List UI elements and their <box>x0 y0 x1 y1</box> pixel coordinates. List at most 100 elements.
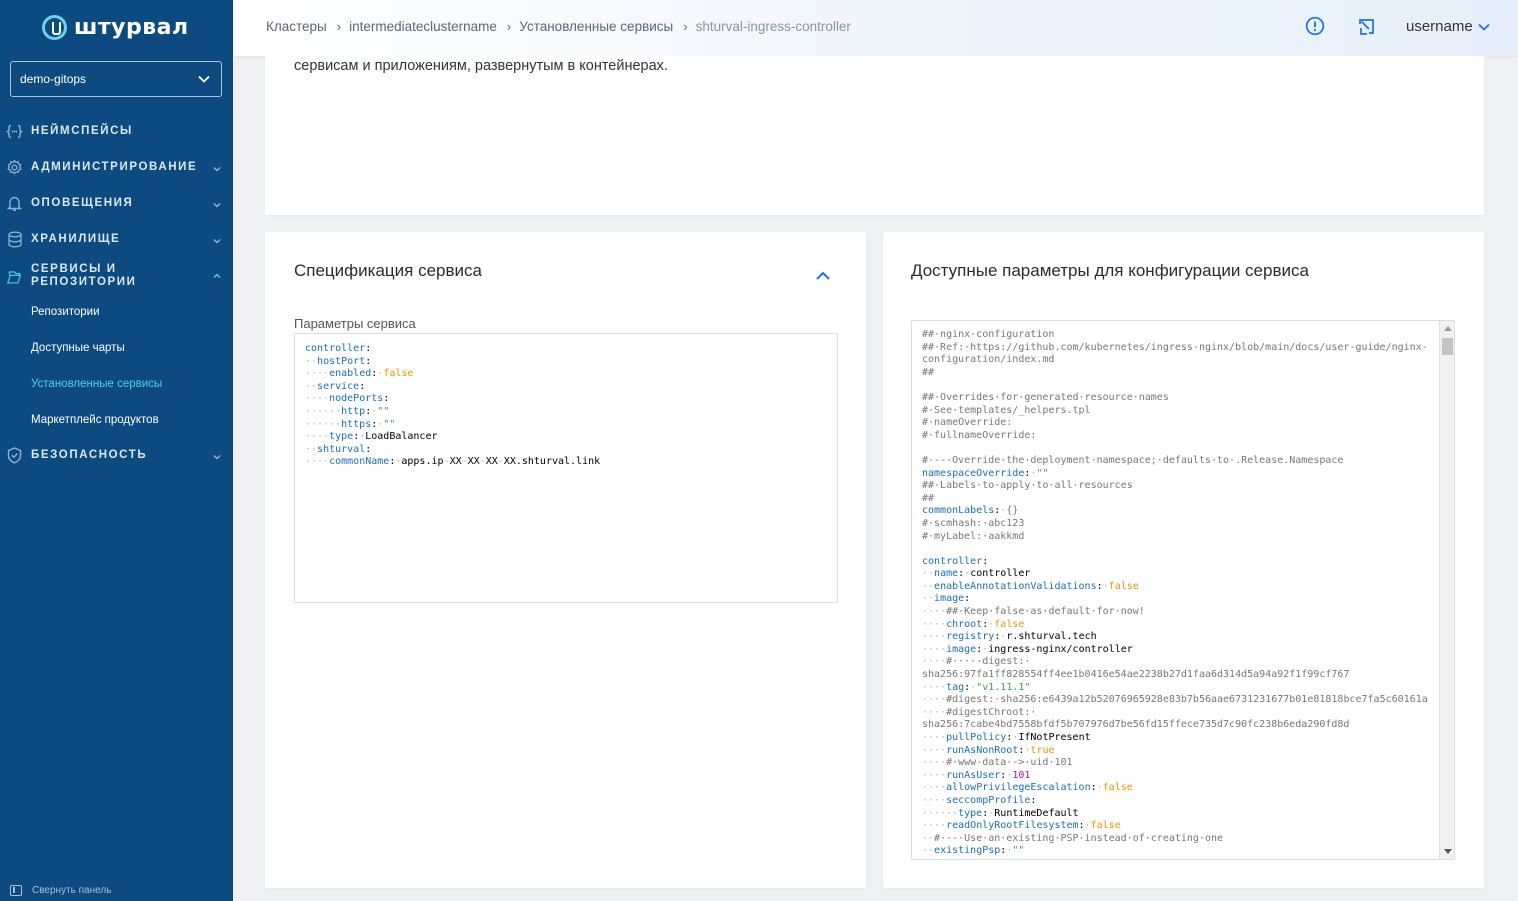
scroll-up-arrow[interactable] <box>1444 326 1452 331</box>
nav-namespaces[interactable]: НЕЙМСПЕЙСЫ <box>0 123 233 140</box>
code-line: ······http:·"" <box>305 405 390 417</box>
logo[interactable]: штурвал <box>42 12 189 42</box>
code-line: ··image: <box>922 593 971 605</box>
nav-namespaces-label: НЕЙМСПЕЙСЫ <box>31 125 133 137</box>
chevron-up-icon <box>213 273 221 279</box>
alert-circle-icon[interactable] <box>1305 16 1325 36</box>
code-line: ##·nginx·configuration <box>922 329 1055 340</box>
code-line: ··#·--·Use·an·existing·PSP·instead·of·cr… <box>922 832 1224 844</box>
code-line: sha256:97fa1ff828554ff4ee1b0416e54ae2238… <box>922 669 1350 681</box>
chevron-down-icon <box>213 202 221 208</box>
code-line: #·scmhash:·abc123 <box>922 517 1025 529</box>
code-line: ····runAsUser:·101 <box>922 769 1031 781</box>
code-line: ····#·····digest:· <box>922 656 1031 668</box>
breadcrumb-cluster[interactable]: intermediateclustername <box>349 19 497 34</box>
code-line: controller: <box>305 343 372 354</box>
code-line: ··existingPsp:·"" <box>922 845 1025 857</box>
breadcrumb: Кластеры › intermediateclustername › Уст… <box>266 19 851 34</box>
namespace-selector[interactable]: demo-gitops <box>10 61 222 97</box>
nav-security-label: БЕЗОПАСНОСТЬ <box>31 449 148 461</box>
code-line: #·myLabel:·aakkmd <box>922 530 1025 542</box>
nav-alerts[interactable]: ОПОВЕЩЕНИЯ <box>0 195 233 212</box>
description-card: сервисам и приложениям, развернутым в ко… <box>265 56 1484 215</box>
code-line: ····runAsNonRoot:·true <box>922 744 1055 756</box>
breadcrumb-separator: › <box>506 19 512 34</box>
code-line: commonLabels:·{} <box>922 505 1019 517</box>
code-line: ······https:·"" <box>305 418 396 430</box>
chevron-down-icon <box>213 454 221 460</box>
gear-icon <box>6 159 23 176</box>
submenu-repositories[interactable]: Репозитории <box>31 306 100 318</box>
service-spec-title: Спецификация сервиса <box>294 261 482 280</box>
code-line: #·See·templates/_helpers.tpl <box>922 404 1091 416</box>
nav-services-repositories[interactable]: СЕРВИСЫ И РЕПОЗИТОРИИ <box>0 263 233 289</box>
user-menu[interactable]: username <box>1406 18 1490 35</box>
code-line: controller: <box>922 555 989 567</box>
code-line: ##·Overrides·for·generated·resource·name… <box>922 391 1169 403</box>
breadcrumb-installed-services[interactable]: Установленные сервисы <box>519 19 673 34</box>
available-params-card: Доступные параметры для конфигурации сер… <box>883 232 1484 888</box>
nav-storage-label: ХРАНИЛИЩЕ <box>31 233 121 245</box>
chevron-down-icon <box>1478 23 1490 31</box>
panel-collapse-icon <box>10 885 22 896</box>
code-line: ··name:·controller <box>922 568 1031 580</box>
breadcrumb-current: shturval-ingress-controller <box>695 19 851 34</box>
code-line: ## <box>922 492 935 504</box>
braces-icon <box>6 123 23 140</box>
logo-icon <box>42 14 67 40</box>
code-line: ····tag:·"v1.11.1" <box>922 681 1031 693</box>
code-line: ## <box>922 366 935 378</box>
nav-administration[interactable]: АДМИНИСТРИРОВАНИЕ <box>0 159 233 176</box>
breadcrumb-clusters[interactable]: Кластеры <box>266 19 327 34</box>
code-line: ····readOnlyRootFilesystem:·false <box>922 820 1121 832</box>
collapse-panel-label: Свернуть панель <box>32 885 112 896</box>
nav-services-label-line1: СЕРВИСЫ И <box>31 263 117 275</box>
code-line: ····#digest:·sha256:e6439a12b52076965928… <box>922 694 1428 706</box>
nav-services-label-line2: РЕПОЗИТОРИИ <box>31 276 137 288</box>
submenu-installed-services[interactable]: Установленные сервисы <box>31 378 162 390</box>
code-line: ····##·Keep·false·as·default·for·now! <box>922 606 1145 618</box>
namespace-selector-value: demo-gitops <box>20 72 87 86</box>
shield-icon <box>6 447 23 464</box>
code-line: ····#digestChroot:· <box>922 706 1037 718</box>
code-line: configuration/index.md <box>922 354 1055 366</box>
code-line: ··shturval: <box>305 443 372 455</box>
chevron-down-icon <box>213 238 221 244</box>
service-params-code: controller: ··hostPort: ····enabled:·false… <box>305 343 600 469</box>
nav-storage[interactable]: ХРАНИЛИЩЕ <box>0 231 233 248</box>
available-params-code: ##·nginx·configuration ##·Ref:·https://gi… <box>922 329 1428 858</box>
header-actions <box>1305 16 1376 36</box>
nav-administration-label: АДМИНИСТРИРОВАНИЕ <box>31 161 198 173</box>
chevron-down-icon <box>198 75 210 83</box>
available-params-title: Доступные параметры для конфигурации сер… <box>911 261 1309 280</box>
code-line: ##·Labels·to·apply·to·all·resources <box>922 480 1133 492</box>
service-params-label: Параметры сервиса <box>294 316 416 331</box>
service-params-editor[interactable]: controller: ··hostPort: ····enabled:·false… <box>294 333 838 603</box>
chevron-up-icon[interactable] <box>813 268 833 284</box>
scroll-down-arrow[interactable] <box>1444 849 1452 854</box>
code-line: #·nameOverride: <box>922 417 1013 429</box>
submenu-marketplace[interactable]: Маркетплейс продуктов <box>31 414 159 426</box>
code-line: ··service: <box>305 380 366 392</box>
code-line: #·--·Override·the·deployment·namespace;·… <box>922 454 1344 466</box>
submenu-available-charts[interactable]: Доступные чарты <box>31 342 125 354</box>
code-line: ··enableAnnotationValidations:·false <box>922 580 1139 592</box>
code-line: ····allowPrivilegeEscalation:·false <box>922 782 1133 794</box>
collapse-panel-button[interactable]: Свернуть панель <box>10 885 111 896</box>
nav-security[interactable]: БЕЗОПАСНОСТЬ <box>0 447 233 464</box>
breadcrumb-separator: › <box>336 19 342 34</box>
code-line: ····#·www-data·->·uid·101 <box>922 757 1073 769</box>
code-line: ##·Ref:·https://github.com/kubernetes/in… <box>922 341 1428 353</box>
scrollbar[interactable] <box>1439 321 1454 859</box>
available-params-viewer[interactable]: ##·nginx·configuration ##·Ref:·https://gi… <box>911 320 1455 860</box>
external-window-icon[interactable] <box>1357 17 1376 36</box>
username: username <box>1406 18 1473 35</box>
sidebar: штурвал demo-gitops НЕЙМСПЕЙСЫ АДМИНИСТР… <box>0 0 233 901</box>
logo-text: штурвал <box>74 14 189 40</box>
code-line: #·fullnameOverride: <box>922 429 1037 441</box>
scrollbar-thumb[interactable] <box>1442 338 1453 355</box>
code-line: sha256:7cabe4bd7558bfdf5b707976d7be56fd1… <box>922 719 1350 731</box>
top-header: Кластеры › intermediateclustername › Уст… <box>233 0 1518 56</box>
